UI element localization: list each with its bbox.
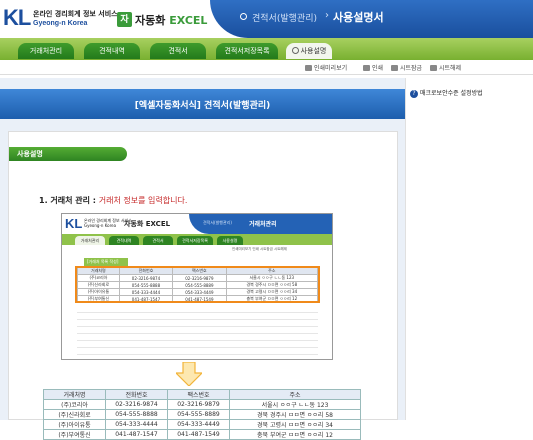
excel-badge-icon: 자 [117,12,132,27]
step-heading: 1. 거래처 관리 : 거래처 정보를 입력합니다. [39,196,188,205]
tab-saved-estimates[interactable]: 견적서저장목록 [216,43,278,59]
mini-tab: 거래처관리 [75,236,105,245]
table-row: (주)부여통신 041-487-1547 041-487-1549 충북 부여군 ㅁㅁ… [43,429,361,440]
guide-card: 사용설명 1. 거래처 관리 : 거래처 정보를 입력합니다. KL 온라인 경… [8,131,398,440]
header-title-bar: 견적서(발행관리) › 사용설명서 [210,0,533,38]
circle-bullet-icon [240,13,247,20]
print-preview-icon [305,65,312,71]
table-header-row: 거래처명 전화번호 팩스번호 주소 [43,389,361,400]
arrow-down-icon [176,362,202,386]
client-table-zoom: 거래처명 전화번호 팩스번호 주소 (주)코리아 02-3216-9874 02-3… [43,389,361,440]
mini-tab: 견적서저장목록 [177,236,213,245]
table-row: (주)아이유통 054-333-4444 054-333-4449 경북 고령시 ㅁㅁ… [43,419,361,430]
mini-toolbar: 인쇄미리보기 인쇄 시트잠금 시트해제 [232,247,287,251]
tab-estimate-history[interactable]: 견적내역 [84,43,140,59]
print-button[interactable]: 인쇄 [363,63,383,72]
macro-security-help-link[interactable]: ? 매크로보안수준 설정방법 [410,88,483,98]
question-icon: ? [410,90,418,98]
mini-sub-button: [거래처 목록 작성] [84,258,128,266]
logo-tagline: 온라인 경리회계 정보 서비스 [33,10,118,18]
excel-prefix: 자동화 [135,14,166,27]
chevron-right-icon: › [325,10,329,21]
mini-title: 거래처관리 [249,221,277,228]
mini-nav: 거래처관리 견적내역 견적서 견적서저장목록 사용설명 [62,234,332,245]
mini-tab: 견적서 [143,236,173,245]
kl-logo[interactable]: KL [3,5,31,31]
banner-title: [엑셀자동화서식] 견적서(발행관리) [134,101,271,111]
page-banner: [엑셀자동화서식] 견적서(발행관리) [0,89,405,119]
app-header: KL 온라인 경리회계 정보 서비스 Gyeong-n Korea 자 자동화 … [0,0,533,38]
right-sidebar [405,78,533,420]
mini-excel-brand: 자동화 EXCEL [124,220,171,228]
table-row: (주)코리아 02-3216-9874 02-3216-9879 서울시 ㅇㅇ구 ㄴㄴ… [43,399,361,410]
page-title: 사용설명서 [333,11,384,24]
step-description: 거래처 정보를 입력합니다. [98,196,188,205]
main-content: [엑셀자동화서식] 견적서(발행관리) 사용설명 1. 거래처 관리 : 거래처… [0,78,405,440]
table-row: (주)신라회로 054-555-8888 054-555-8889 경북 경주시 ㅁㅁ… [43,409,361,420]
mini-header: KL 온라인 경리회계 정보 서비스 Gyeong-n Korea 자동화 EXC… [62,214,332,234]
main-nav: 거래처관리 견적내역 견적서 견적서저장목록 사용설명 [0,38,533,60]
excel-word: EXCEL [169,14,208,27]
mini-empty-rows [77,306,318,356]
tab-estimate[interactable]: 견적서 [150,43,206,59]
printer-icon [363,65,370,71]
mini-title-bar: 견적서(발행관리) 거래처관리 [189,214,332,234]
sheet-toolbar: 인쇄미리보기 인쇄 시트잠금 시트해제 [0,60,533,75]
logo-subtitle: Gyeong-n Korea [33,20,88,27]
section-header: 사용설명 [9,147,127,161]
tab-client-management[interactable]: 거래처관리 [18,43,74,59]
unlock-icon [430,65,437,71]
sheet-unlock-button[interactable]: 시트해제 [430,63,461,72]
mini-tab: 견적내역 [109,236,139,245]
guide-icon [291,47,299,54]
print-preview-button[interactable]: 인쇄미리보기 [305,63,347,72]
mini-tab: 사용설명 [217,236,243,245]
highlight-box [75,266,320,303]
breadcrumb: 견적서(발행관리) [252,14,317,24]
mini-breadcrumb: 견적서(발행관리) [203,220,232,225]
example-screenshot: KL 온라인 경리회계 정보 서비스 Gyeong-n Korea 자동화 EXC… [61,213,333,360]
lock-icon [391,65,398,71]
mini-kl-logo: KL [65,216,83,231]
excel-brand: 자 자동화 EXCEL [117,11,208,29]
tab-user-guide[interactable]: 사용설명 [286,43,332,59]
sheet-lock-button[interactable]: 시트잠금 [391,63,422,72]
